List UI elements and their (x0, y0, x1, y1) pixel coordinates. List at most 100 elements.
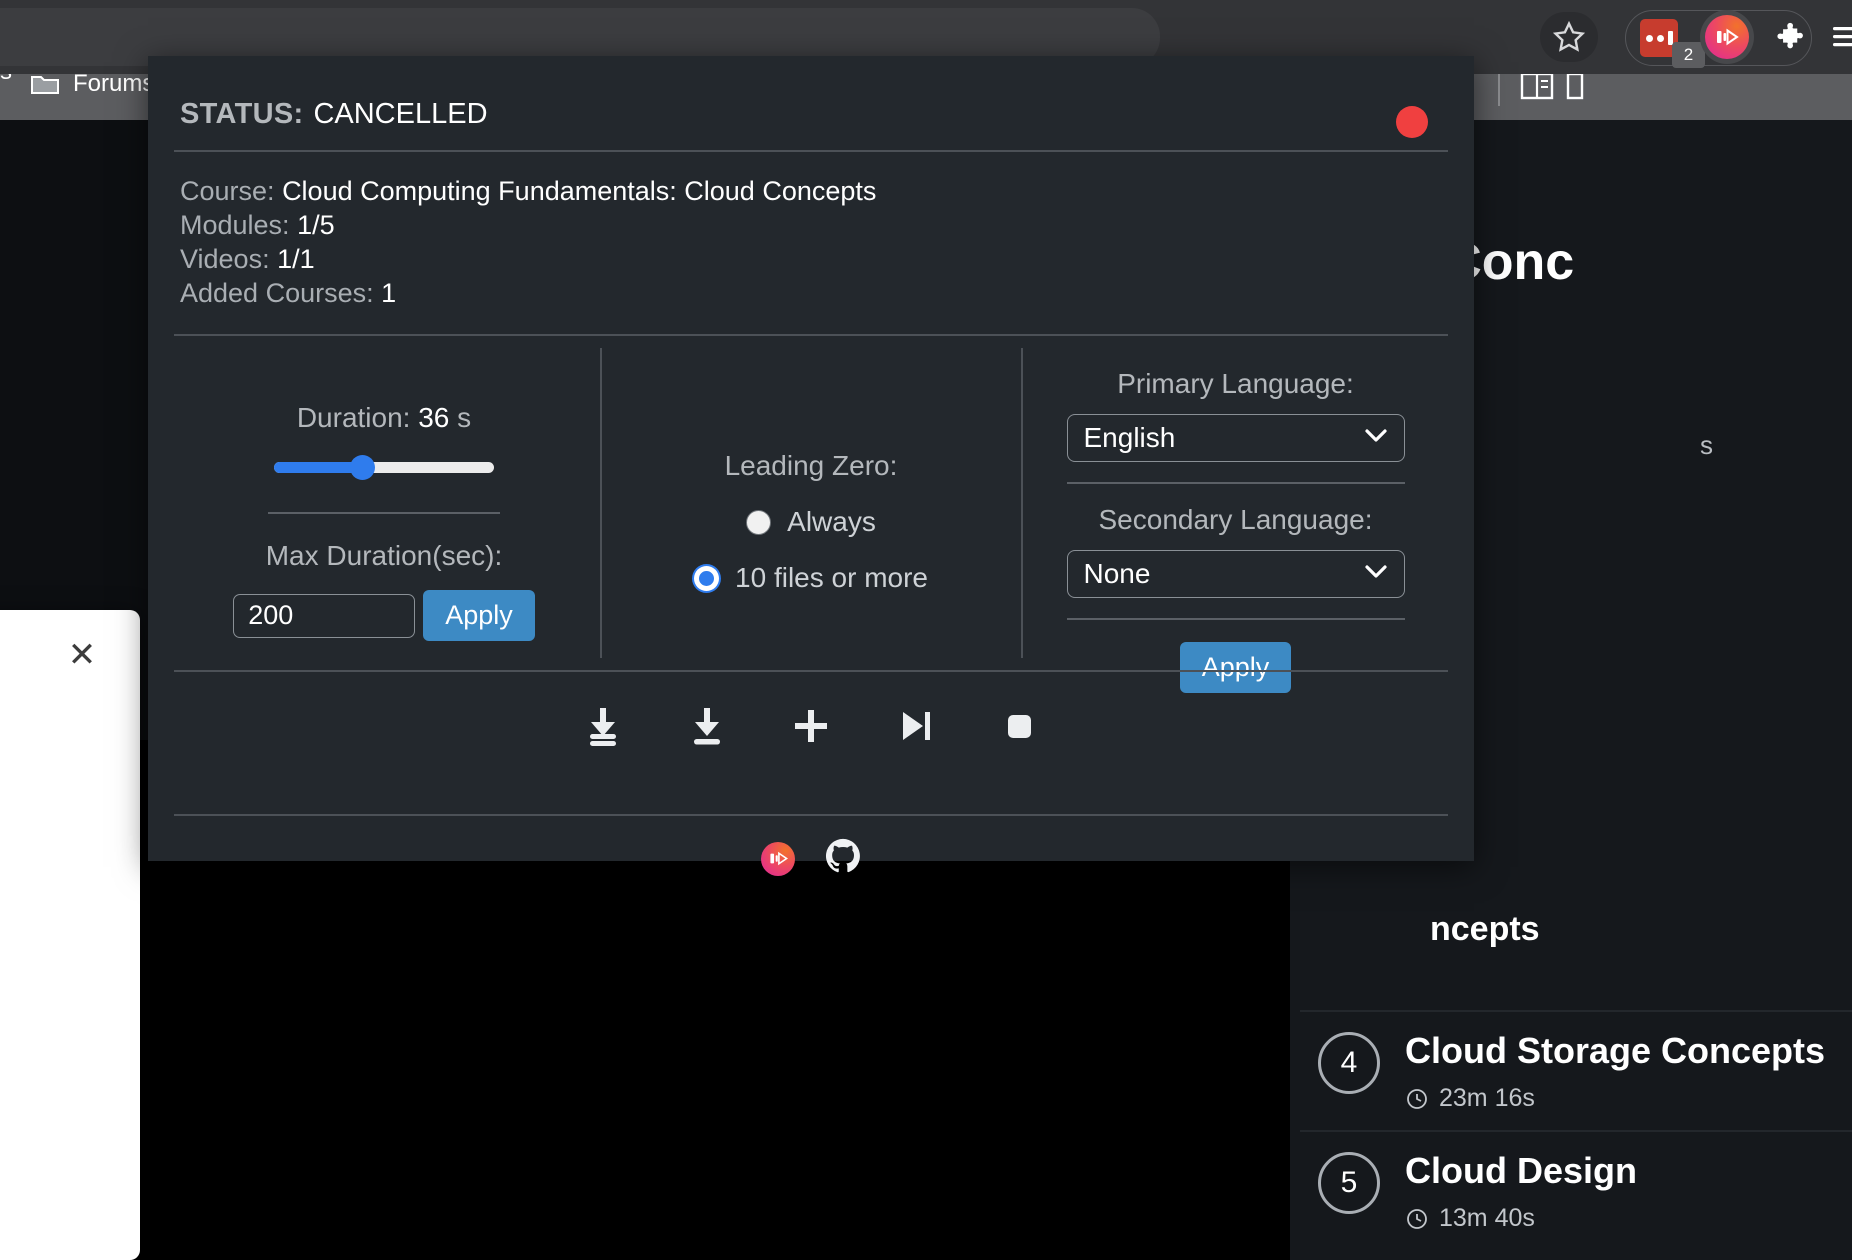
max-duration-label: Max Duration(sec): (265, 540, 503, 571)
puzzle-piece-icon[interactable] (1768, 12, 1818, 62)
language-column: Primary Language: English Secondary Lang… (1023, 348, 1448, 693)
reading-list-glyph (1520, 72, 1554, 100)
bookmark-item-forums[interactable]: Forums (30, 70, 154, 98)
sidebar-toggle-icon (1566, 72, 1584, 100)
duration-column: Duration: 36 s Max Duration(sec): Apply (174, 348, 594, 641)
extension-icon-downloader[interactable] (1700, 10, 1754, 64)
meta-course-value: Cloud Computing Fundamentals: Cloud Conc… (282, 176, 877, 206)
meta-modules-key: Modules: (180, 210, 290, 240)
download-icon[interactable] (681, 700, 733, 752)
github-icon[interactable] (825, 838, 861, 879)
leading-zero-column: Leading Zero: Always 10 files or more (602, 348, 1020, 594)
duration-label: Duration: 36 s (174, 402, 594, 434)
secondary-language-label: Secondary Language: (1098, 504, 1373, 535)
status-indicator-dot[interactable] (1396, 106, 1428, 138)
app-logo-glyph (769, 851, 788, 866)
divider (174, 670, 1448, 672)
meta-course: Course: Cloud Computing Fundamentals: Cl… (180, 178, 876, 205)
status-value: CANCELLED (313, 98, 488, 130)
stop-icon[interactable] (993, 700, 1045, 752)
meta-modules: Modules: 1/5 (180, 212, 335, 239)
duration-unit: s (457, 402, 472, 433)
screen-root: d Conc s ncepts 4 Cloud Storage Concepts… (0, 0, 1852, 1260)
secondary-language-select[interactable]: None (1066, 550, 1405, 598)
divider (174, 814, 1448, 816)
radio-always-label: Always (787, 506, 876, 537)
divider (1066, 618, 1405, 620)
concepts-text-fragment: ncepts (1430, 910, 1540, 948)
duration-value: 36 (418, 402, 450, 433)
star-icon[interactable] (1540, 12, 1598, 62)
divider (174, 150, 1448, 152)
chevron-down-icon (1364, 564, 1388, 585)
hamburger-menu-icon[interactable] (1826, 12, 1852, 62)
plus-icon[interactable] (785, 700, 837, 752)
leading-zero-label: Leading Zero: (724, 450, 898, 481)
meta-videos-value: 1/1 (277, 244, 315, 274)
module-number: 5 (1318, 1152, 1380, 1214)
radio-always[interactable] (746, 509, 772, 535)
clock-icon (1407, 1088, 1427, 1109)
module-duration: 23m 16s (1405, 1084, 1535, 1113)
video-player-frame (150, 860, 1100, 1260)
plus-glyph (795, 710, 827, 742)
meta-modules-value: 1/5 (297, 210, 335, 240)
panel-brand-row (148, 838, 1474, 879)
app-logo-icon (1705, 15, 1749, 59)
meta-added-courses-value: 1 (381, 278, 397, 308)
puzzle-glyph (1777, 22, 1803, 49)
close-icon[interactable]: ✕ (62, 635, 102, 675)
apply-language-button[interactable]: Apply (1179, 642, 1292, 693)
radio-ten-files-or-more[interactable] (694, 565, 720, 591)
panel-action-toolbar (148, 700, 1474, 752)
max-duration-row: Apply (174, 590, 594, 641)
app-logo-icon[interactable] (761, 841, 795, 876)
duration-slider[interactable] (274, 455, 494, 480)
primary-language-label: Primary Language: (1117, 368, 1354, 399)
download-all-glyph (590, 708, 616, 746)
apply-max-duration-button[interactable]: Apply (423, 590, 535, 641)
meta-course-key: Course: (180, 176, 275, 206)
download-glyph (694, 708, 720, 745)
module-duration: 13m 40s (1405, 1204, 1535, 1233)
feedback-popup: ✕ back re some ce with us! (0, 610, 140, 1260)
module-list-item[interactable]: 5 Cloud Design 13m 40s (1300, 1130, 1852, 1260)
menu-glyph (1833, 27, 1852, 47)
folder-icon (31, 76, 59, 94)
github-glyph (825, 838, 860, 873)
primary-language-value: English (1083, 422, 1176, 453)
module-list-item[interactable]: 4 Cloud Storage Concepts 23m 16s (1300, 1010, 1852, 1132)
meta-videos-key: Videos: (180, 244, 270, 274)
module-number: 4 (1318, 1032, 1380, 1094)
bookmark-label: Forums (73, 70, 155, 97)
status-label: STATUS: (180, 98, 304, 130)
skip-next-glyph (903, 712, 930, 740)
slider-thumb[interactable] (350, 455, 375, 480)
star-glyph (1552, 20, 1586, 52)
leading-zero-option-always[interactable]: Always (602, 506, 1020, 538)
radio-ten-files-or-more-label: 10 files or more (735, 562, 928, 593)
bookmarks-divider (1498, 72, 1500, 106)
course-subtitle-fragment: s (1700, 430, 1713, 460)
skip-next-icon[interactable] (889, 700, 941, 752)
divider (1066, 482, 1405, 484)
module-duration-text: 13m 40s (1439, 1204, 1535, 1232)
primary-language-select[interactable]: English (1066, 414, 1405, 462)
module-title: Cloud Design (1405, 1150, 1637, 1191)
module-duration-text: 23m 16s (1439, 1084, 1535, 1112)
meta-added-courses: Added Courses: 1 (180, 280, 396, 307)
apply-language-row: Apply (1023, 642, 1448, 693)
duration-label-text: Duration: (296, 402, 411, 433)
max-duration-input[interactable] (233, 593, 416, 638)
leading-zero-option-ten-files[interactable]: 10 files or more (602, 562, 1020, 594)
downloader-settings-panel: STATUS: CANCELLED Course: Cloud Computin… (148, 56, 1474, 876)
secondary-language-value: None (1083, 558, 1151, 589)
stop-glyph (1008, 715, 1031, 738)
divider (268, 512, 500, 514)
slider-fill (274, 462, 362, 473)
chevron-down-icon (1364, 428, 1388, 449)
clock-icon (1407, 1208, 1427, 1229)
module-title: Cloud Storage Concepts (1405, 1030, 1826, 1071)
reading-list-icon[interactable] (1520, 71, 1584, 101)
download-all-icon[interactable] (577, 700, 629, 752)
